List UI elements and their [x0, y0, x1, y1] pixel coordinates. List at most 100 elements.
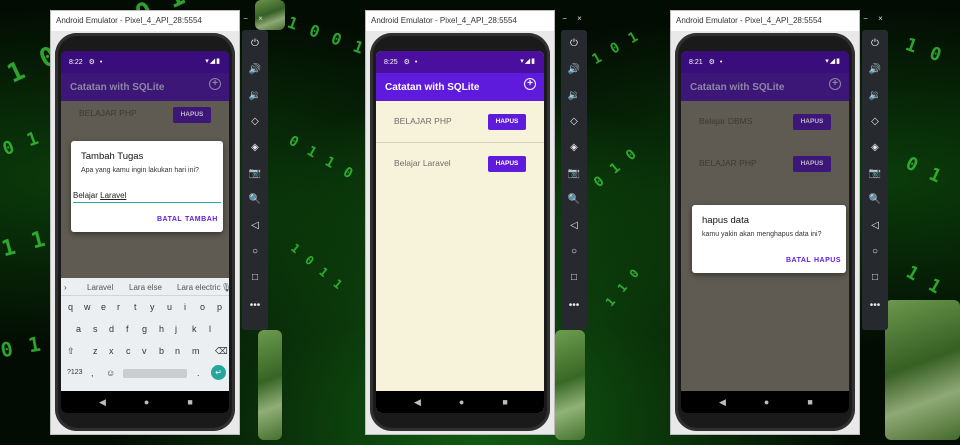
- volume-up-icon[interactable]: 🔊: [561, 64, 587, 75]
- volume-down-icon[interactable]: 🔉: [561, 90, 587, 101]
- hapus-button[interactable]: HAPUS: [793, 114, 831, 130]
- home-icon[interactable]: ○: [242, 246, 268, 257]
- volume-up-icon[interactable]: 🔊: [862, 64, 888, 75]
- key-f[interactable]: f: [126, 324, 129, 334]
- nav-bar[interactable]: ◀●■: [681, 391, 849, 413]
- key-i[interactable]: i: [184, 302, 186, 312]
- add-icon[interactable]: +: [829, 78, 841, 90]
- enter-icon[interactable]: ↵: [211, 365, 226, 380]
- hapus-button[interactable]: HAPUS: [173, 107, 211, 123]
- home-icon[interactable]: ○: [561, 246, 587, 257]
- rotate-left-icon[interactable]: ◇: [561, 116, 587, 127]
- key-q[interactable]: q: [68, 302, 73, 312]
- home-icon[interactable]: ○: [862, 246, 888, 257]
- app-title: Catatan with SQLite: [385, 82, 480, 93]
- volume-down-icon[interactable]: 🔉: [242, 90, 268, 101]
- overview-icon[interactable]: □: [242, 272, 268, 283]
- key-w[interactable]: w: [84, 302, 91, 312]
- add-icon[interactable]: +: [524, 78, 536, 90]
- list-item: Belajar Laravel HAPUS: [376, 143, 544, 185]
- status-bar: 8:22 ⚙ • ▾◢▮: [61, 51, 229, 73]
- status-time: 8:22: [69, 59, 83, 66]
- key-b[interactable]: b: [159, 346, 164, 356]
- confirm-delete-button[interactable]: HAPUS: [814, 257, 841, 264]
- volume-down-icon[interactable]: 🔉: [862, 90, 888, 101]
- window-title: Android Emulator - Pixel_4_API_28:5554: [366, 11, 554, 31]
- symbols-key[interactable]: ?123: [67, 369, 83, 376]
- key-j[interactable]: j: [175, 324, 177, 334]
- key-a[interactable]: a: [76, 324, 81, 334]
- overview-icon[interactable]: □: [561, 272, 587, 283]
- key-o[interactable]: o: [200, 302, 205, 312]
- key-k[interactable]: k: [192, 324, 197, 334]
- key-s[interactable]: s: [93, 324, 98, 334]
- nav-bar[interactable]: ◀●■: [61, 391, 229, 413]
- camera-icon[interactable]: 📷: [862, 168, 888, 179]
- key-r[interactable]: r: [117, 302, 120, 312]
- key-c[interactable]: c: [126, 346, 131, 356]
- zoom-icon[interactable]: 🔍: [862, 194, 888, 205]
- power-icon[interactable]: ⏻: [862, 38, 888, 49]
- mic-icon[interactable]: 🎙: [221, 283, 229, 292]
- key-l[interactable]: l: [209, 324, 211, 334]
- hapus-button[interactable]: HAPUS: [793, 156, 831, 172]
- camera-icon[interactable]: 📷: [242, 168, 268, 179]
- add-icon[interactable]: +: [209, 78, 221, 90]
- key-u[interactable]: u: [167, 302, 172, 312]
- overview-icon[interactable]: □: [862, 272, 888, 283]
- cancel-button[interactable]: BATAL: [786, 257, 811, 264]
- key-t[interactable]: t: [134, 302, 137, 312]
- hapus-button[interactable]: HAPUS: [488, 156, 526, 172]
- key-period[interactable]: .: [197, 368, 200, 378]
- nav-bar[interactable]: ◀●■: [376, 391, 544, 413]
- status-time: 8:21: [689, 59, 703, 66]
- power-icon[interactable]: ⏻: [242, 38, 268, 49]
- volume-up-icon[interactable]: 🔊: [242, 64, 268, 75]
- key-n[interactable]: n: [175, 346, 180, 356]
- window-controls[interactable]: − ×: [242, 14, 268, 23]
- key-e[interactable]: e: [101, 302, 106, 312]
- backspace-icon[interactable]: ⌫: [215, 346, 228, 357]
- key-p[interactable]: p: [217, 302, 222, 312]
- key-x[interactable]: x: [109, 346, 114, 356]
- camera-icon[interactable]: 📷: [561, 168, 587, 179]
- key-v[interactable]: v: [142, 346, 147, 356]
- rotate-left-icon[interactable]: ◇: [862, 116, 888, 127]
- rotate-right-icon[interactable]: ◈: [561, 142, 587, 153]
- emoji-icon[interactable]: ☺: [106, 368, 115, 378]
- emulator-frame: Android Emulator - Pixel_4_API_28:5554 8…: [365, 10, 555, 435]
- key-comma[interactable]: ,: [91, 368, 94, 378]
- shift-icon[interactable]: ⇧: [67, 346, 75, 357]
- suggestion-1[interactable]: Laravel: [87, 283, 113, 292]
- hapus-button[interactable]: HAPUS: [488, 114, 526, 130]
- window-controls[interactable]: − ×: [862, 14, 888, 23]
- power-icon[interactable]: ⏻: [561, 38, 587, 49]
- key-y[interactable]: y: [150, 302, 155, 312]
- tambah-button[interactable]: TAMBAH: [185, 216, 218, 223]
- space-bar[interactable]: [123, 369, 187, 378]
- key-g[interactable]: g: [142, 324, 147, 334]
- key-h[interactable]: h: [159, 324, 164, 334]
- cancel-button[interactable]: BATAL: [157, 216, 182, 223]
- chevron-right-icon[interactable]: ›: [64, 283, 67, 292]
- back-icon[interactable]: ◁: [561, 220, 587, 231]
- back-icon[interactable]: ◁: [862, 220, 888, 231]
- more-icon[interactable]: •••: [862, 300, 888, 311]
- suggestion-2[interactable]: Lara else: [129, 283, 162, 292]
- key-z[interactable]: z: [93, 346, 98, 356]
- key-row-2: a s d f g h j k l: [61, 318, 229, 340]
- zoom-icon[interactable]: 🔍: [561, 194, 587, 205]
- suggestion-3[interactable]: Lara electric: [177, 283, 221, 292]
- zoom-icon[interactable]: 🔍: [242, 194, 268, 205]
- rotate-right-icon[interactable]: ◈: [242, 142, 268, 153]
- key-m[interactable]: m: [192, 346, 200, 356]
- window-controls[interactable]: − ×: [561, 14, 587, 23]
- task-input[interactable]: Belajar Laravel: [73, 191, 221, 203]
- back-icon[interactable]: ◁: [242, 220, 268, 231]
- more-icon[interactable]: •••: [242, 300, 268, 311]
- dialog-title: hapus data: [702, 215, 750, 226]
- more-icon[interactable]: •••: [561, 300, 587, 311]
- rotate-right-icon[interactable]: ◈: [862, 142, 888, 153]
- key-d[interactable]: d: [109, 324, 114, 334]
- rotate-left-icon[interactable]: ◇: [242, 116, 268, 127]
